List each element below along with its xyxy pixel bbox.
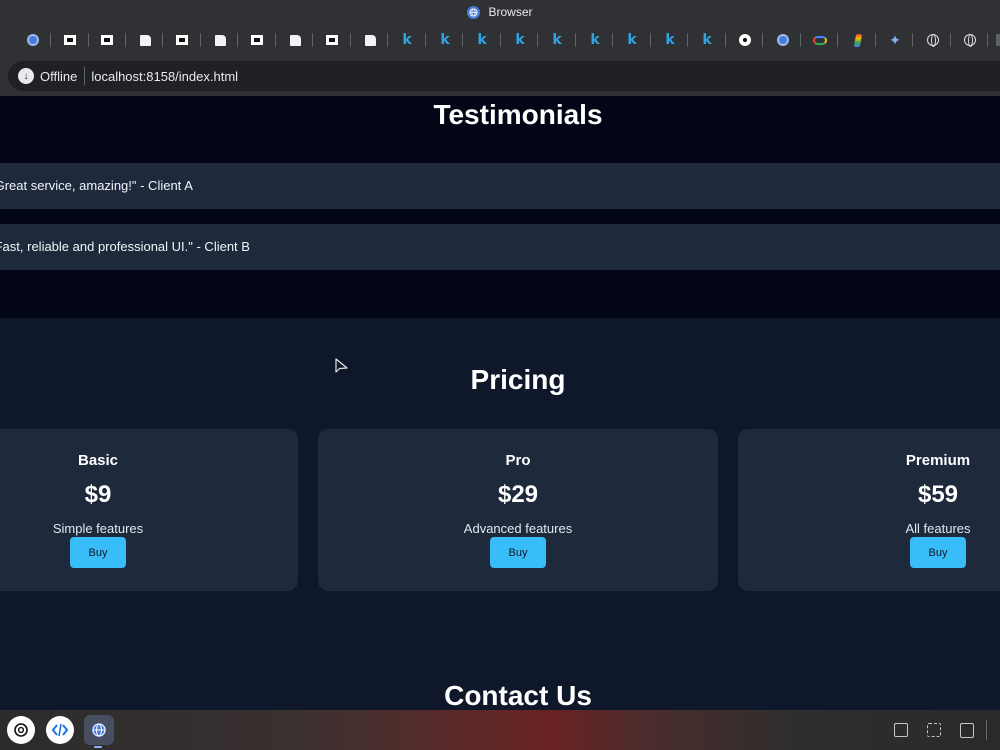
tab-17[interactable]: k <box>621 29 643 51</box>
black-square-icon <box>176 35 188 45</box>
k-icon: k <box>702 32 712 48</box>
k-icon: k <box>590 32 600 48</box>
partial-tab-icon <box>996 34 1000 46</box>
colors-icon <box>853 33 863 47</box>
white-doc-icon <box>214 34 226 46</box>
white-doc-icon <box>364 34 376 46</box>
plan-features: Simple features <box>52 521 144 536</box>
tab-8[interactable] <box>284 29 306 51</box>
screen-capture-icon[interactable] <box>894 723 908 737</box>
page-content: Testimonials "Great service, amazing!" -… <box>0 96 1000 710</box>
k-icon: k <box>440 32 450 48</box>
tab-25[interactable] <box>922 29 944 51</box>
tab-3[interactable] <box>96 29 118 51</box>
tab-5[interactable] <box>171 29 193 51</box>
tab-14[interactable]: k <box>509 29 531 51</box>
k-icon: k <box>402 32 412 48</box>
plan-name: Basic <box>77 452 119 469</box>
plan-price: $59 <box>917 481 959 508</box>
tab-27[interactable] <box>990 29 1000 51</box>
pricing-card-premium: Premium $59 All features Buy <box>738 429 1000 591</box>
tab-11[interactable]: k <box>396 29 418 51</box>
tab-16[interactable]: k <box>584 29 606 51</box>
tab-9[interactable] <box>321 29 343 51</box>
tab-23[interactable] <box>847 29 869 51</box>
black-square-icon <box>101 35 113 45</box>
sparkle-icon: ✦ <box>889 31 901 48</box>
offline-icon: ↓ <box>18 68 34 84</box>
plan-price: $29 <box>497 481 539 508</box>
testimonials-section: Testimonials "Great service, amazing!" -… <box>0 96 1000 318</box>
tab-20[interactable] <box>734 29 756 51</box>
omnibox[interactable]: ↓ Offline localhost:8158/index.html <box>8 61 1000 91</box>
white-doc-icon <box>289 34 301 46</box>
pricing-card-pro: Pro $29 Advanced features Buy <box>318 429 718 591</box>
browser-globe-icon <box>467 5 481 19</box>
tab-26[interactable] <box>959 29 981 51</box>
buy-button[interactable]: Buy <box>490 537 546 568</box>
window-title: Browser <box>488 5 533 19</box>
buy-button[interactable]: Buy <box>70 537 126 568</box>
window-title-bar: Browser <box>0 0 1000 24</box>
tab-7[interactable] <box>246 29 268 51</box>
tab-15[interactable]: k <box>546 29 568 51</box>
code-app-icon[interactable] <box>46 716 74 744</box>
tab-18[interactable]: k <box>659 29 681 51</box>
omnibox-divider <box>84 67 86 85</box>
testimonial-card: "Fast, reliable and professional UI." - … <box>0 224 1000 270</box>
plan-name: Pro <box>505 452 531 469</box>
plan-features: Advanced features <box>463 521 573 536</box>
k-icon: k <box>665 32 675 48</box>
globe-icon <box>927 34 939 47</box>
pricing-title: Pricing <box>470 364 566 395</box>
active-app-indicator <box>94 746 102 748</box>
tray-divider <box>986 720 987 740</box>
mouse-cursor-icon <box>335 358 348 373</box>
tab-strip: k k k k k k k k k ✦ <box>0 24 1000 56</box>
no-touch-icon[interactable] <box>927 723 941 737</box>
plan-price: $9 <box>84 481 112 508</box>
chrome-blue-icon <box>777 34 789 46</box>
tab-21[interactable] <box>772 29 794 51</box>
testimonial-text: "Fast, reliable and professional UI." - … <box>0 239 250 254</box>
address-bar: ↓ Offline localhost:8158/index.html <box>0 56 1000 96</box>
testimonial-text: "Great service, amazing!" - Client A <box>0 178 193 193</box>
tab-2[interactable] <box>59 29 81 51</box>
google-cloud-icon <box>813 35 827 45</box>
tab-4[interactable] <box>134 29 156 51</box>
contact-title: Contact Us <box>444 680 592 710</box>
plan-features: All features <box>905 521 971 536</box>
url-text[interactable]: localhost:8158/index.html <box>91 69 238 84</box>
target-icon <box>739 34 751 46</box>
chrome-blue-icon <box>27 34 39 46</box>
tab-1[interactable] <box>22 29 44 51</box>
k-icon: k <box>627 32 637 48</box>
pricing-section: Pricing Basic $9 Simple features Buy Pro… <box>0 318 1000 710</box>
globe-icon <box>964 34 976 47</box>
testimonial-card: "Great service, amazing!" - Client A <box>0 163 1000 209</box>
tab-12[interactable]: k <box>434 29 456 51</box>
testimonials-title: Testimonials <box>433 99 603 130</box>
black-square-icon <box>251 35 263 45</box>
browser-icon[interactable] <box>84 715 114 745</box>
white-doc-icon <box>139 34 151 46</box>
buy-button[interactable]: Buy <box>910 537 966 568</box>
k-icon: k <box>515 32 525 48</box>
chatgpt-icon[interactable] <box>7 716 35 744</box>
clipboard-icon[interactable] <box>960 723 974 738</box>
k-icon: k <box>552 32 562 48</box>
black-square-icon <box>64 35 76 45</box>
tab-10[interactable] <box>359 29 381 51</box>
tab-6[interactable] <box>209 29 231 51</box>
plan-name: Premium <box>905 452 971 469</box>
pricing-card-basic: Basic $9 Simple features Buy <box>0 429 298 591</box>
shelf <box>0 710 1000 750</box>
k-icon: k <box>477 32 487 48</box>
tab-13[interactable]: k <box>471 29 493 51</box>
tab-22[interactable] <box>809 29 831 51</box>
offline-status[interactable]: Offline <box>40 69 77 84</box>
tab-24[interactable]: ✦ <box>884 29 906 51</box>
black-square-icon <box>326 35 338 45</box>
tab-19[interactable]: k <box>696 29 718 51</box>
